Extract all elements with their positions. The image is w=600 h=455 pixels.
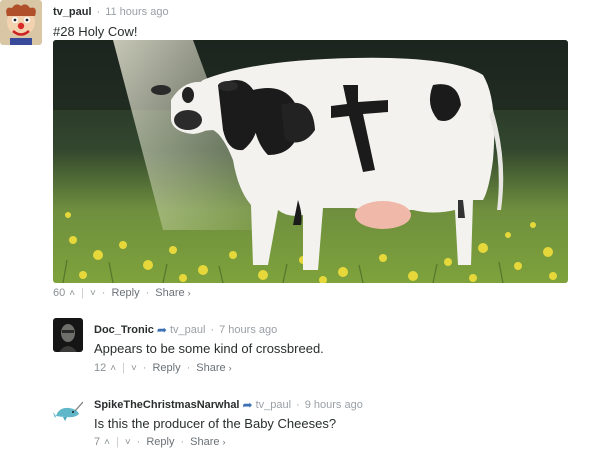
reply-button[interactable]: Reply <box>152 362 180 374</box>
upvote-icon[interactable]: ˄ <box>110 363 116 374</box>
timestamp[interactable]: 7 hours ago <box>219 324 277 336</box>
comment-actions: 12 ˄ | ˅ · Reply · Share › <box>94 362 232 374</box>
author-name[interactable]: tv_paul <box>53 6 92 18</box>
vote-divider: | <box>81 287 84 299</box>
downvote-icon[interactable]: ˅ <box>90 288 96 299</box>
reply-to-name[interactable]: tv_paul <box>170 324 205 336</box>
downvote-icon[interactable]: ˅ <box>131 363 137 374</box>
comment-text: Is this the producer of the Baby Cheeses… <box>94 416 337 431</box>
comment-text: Appears to be some kind of crossbreed. <box>94 341 324 356</box>
share-button[interactable]: Share <box>196 362 225 374</box>
author-name[interactable]: Doc_Tronic <box>94 324 154 336</box>
comment-actions: 60 ˄ | ˅ · Reply · Share › <box>53 287 191 299</box>
author-name[interactable]: SpikeTheChristmasNarwhal <box>94 399 240 411</box>
share-button[interactable]: Share <box>190 436 219 448</box>
reply-button[interactable]: Reply <box>111 287 139 299</box>
cow-photo-image <box>53 40 568 283</box>
downvote-icon[interactable]: ˅ <box>125 437 131 448</box>
avatar[interactable] <box>0 0 42 45</box>
separator-dot: · <box>101 287 106 299</box>
chevron-right-icon: › <box>228 363 232 373</box>
reply-arrow-icon: ➦ <box>156 323 167 337</box>
upvote-icon[interactable]: ˄ <box>69 288 75 299</box>
vote-divider: | <box>115 436 119 448</box>
dark-face-avatar-icon <box>53 318 83 352</box>
narwhal-avatar-icon <box>53 396 83 426</box>
upvote-count: 60 <box>53 287 66 299</box>
upvote-count: 7 <box>94 436 101 448</box>
separator-dot: · <box>210 324 215 336</box>
comment-text: #28 Holy Cow! <box>53 24 138 39</box>
separator-dot: · <box>180 436 185 448</box>
separator-dot: · <box>136 436 141 448</box>
reply-to-name[interactable]: tv_paul <box>256 399 291 411</box>
separator-dot: · <box>296 399 300 411</box>
avatar[interactable] <box>53 318 83 352</box>
upvote-count: 12 <box>94 362 107 374</box>
chevron-right-icon: › <box>187 288 191 298</box>
vote-divider: | <box>122 362 125 374</box>
reply-arrow-icon: ➦ <box>242 398 253 412</box>
timestamp[interactable]: 9 hours ago <box>305 399 363 411</box>
share-button[interactable]: Share <box>155 287 184 299</box>
comment-actions: 7 ˄ | ˅ · Reply · Share › <box>94 436 226 448</box>
avatar[interactable] <box>53 396 83 426</box>
chevron-right-icon: › <box>222 437 226 447</box>
separator-dot: · <box>142 362 147 374</box>
reply-button[interactable]: Reply <box>146 436 174 448</box>
separator-dot: · <box>96 6 101 18</box>
upvote-icon[interactable]: ˄ <box>104 437 110 448</box>
timestamp[interactable]: 11 hours ago <box>105 6 168 18</box>
separator-dot: · <box>145 287 150 299</box>
comment-image-cow[interactable] <box>53 40 568 283</box>
separator-dot: · <box>186 362 191 374</box>
clown-avatar-icon <box>0 0 42 45</box>
